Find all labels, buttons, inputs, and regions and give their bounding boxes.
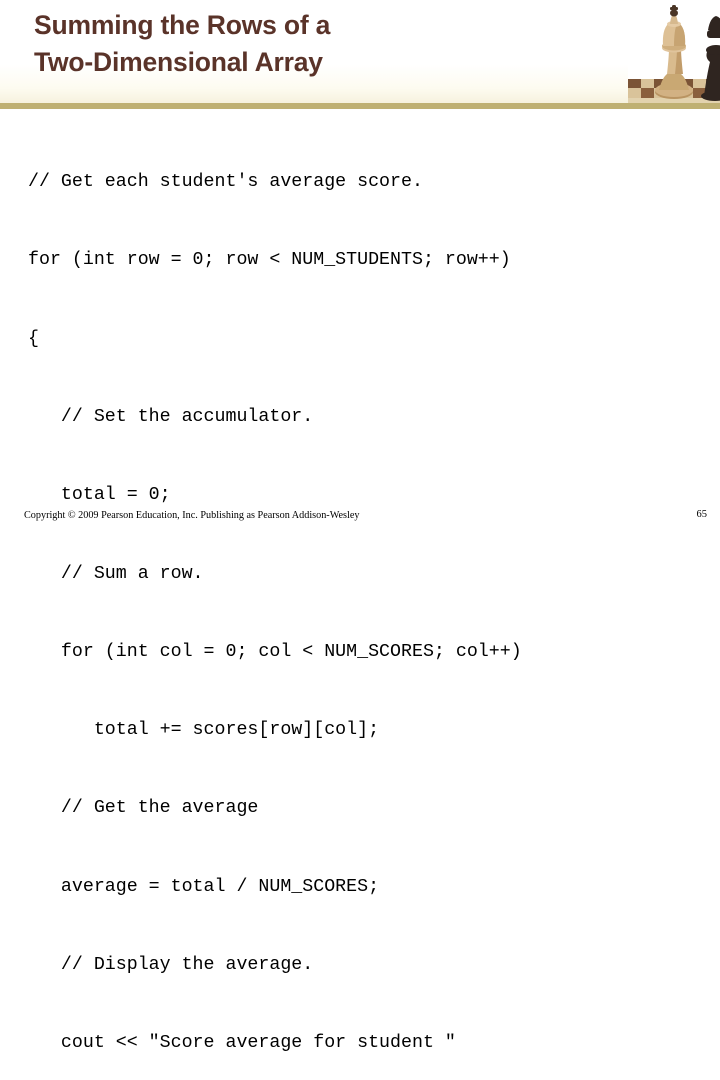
code-line: // Sum a row. — [28, 563, 204, 584]
code-line: // Get each student's average score. — [28, 172, 423, 193]
slide-header: Summing the Rows of a Two-Dimensional Ar… — [0, 0, 720, 104]
code-line: // Set the accumulator. — [28, 407, 314, 428]
chess-pieces-icon — [628, 0, 720, 104]
code-line: cout << "Score average for student " — [28, 1033, 456, 1054]
page-number: 65 — [696, 509, 708, 520]
code-line: for (int row = 0; row < NUM_STUDENTS; ro… — [28, 250, 511, 271]
header-divider — [0, 103, 720, 109]
code-block: // Get each student's average score. for… — [28, 117, 712, 1080]
chess-pieces-image — [628, 0, 720, 104]
code-line: { — [28, 328, 39, 349]
slide: Summing the Rows of a Two-Dimensional Ar… — [0, 0, 720, 1053]
code-line: for (int col = 0; col < NUM_SCORES; col+… — [28, 641, 522, 662]
code-line: // Display the average. — [28, 955, 314, 975]
slide-footer: Copyright © 2009 Pearson Education, Inc.… — [0, 505, 720, 531]
code-line: total += scores[row][col]; — [28, 720, 380, 741]
code-line: average = total / NUM_SCORES; — [28, 876, 380, 897]
page-title: Summing the Rows of a Two-Dimensional Ar… — [34, 10, 331, 77]
copyright-notice: Copyright © 2009 Pearson Education, Inc.… — [24, 510, 360, 521]
code-line: // Get the average — [28, 798, 259, 819]
